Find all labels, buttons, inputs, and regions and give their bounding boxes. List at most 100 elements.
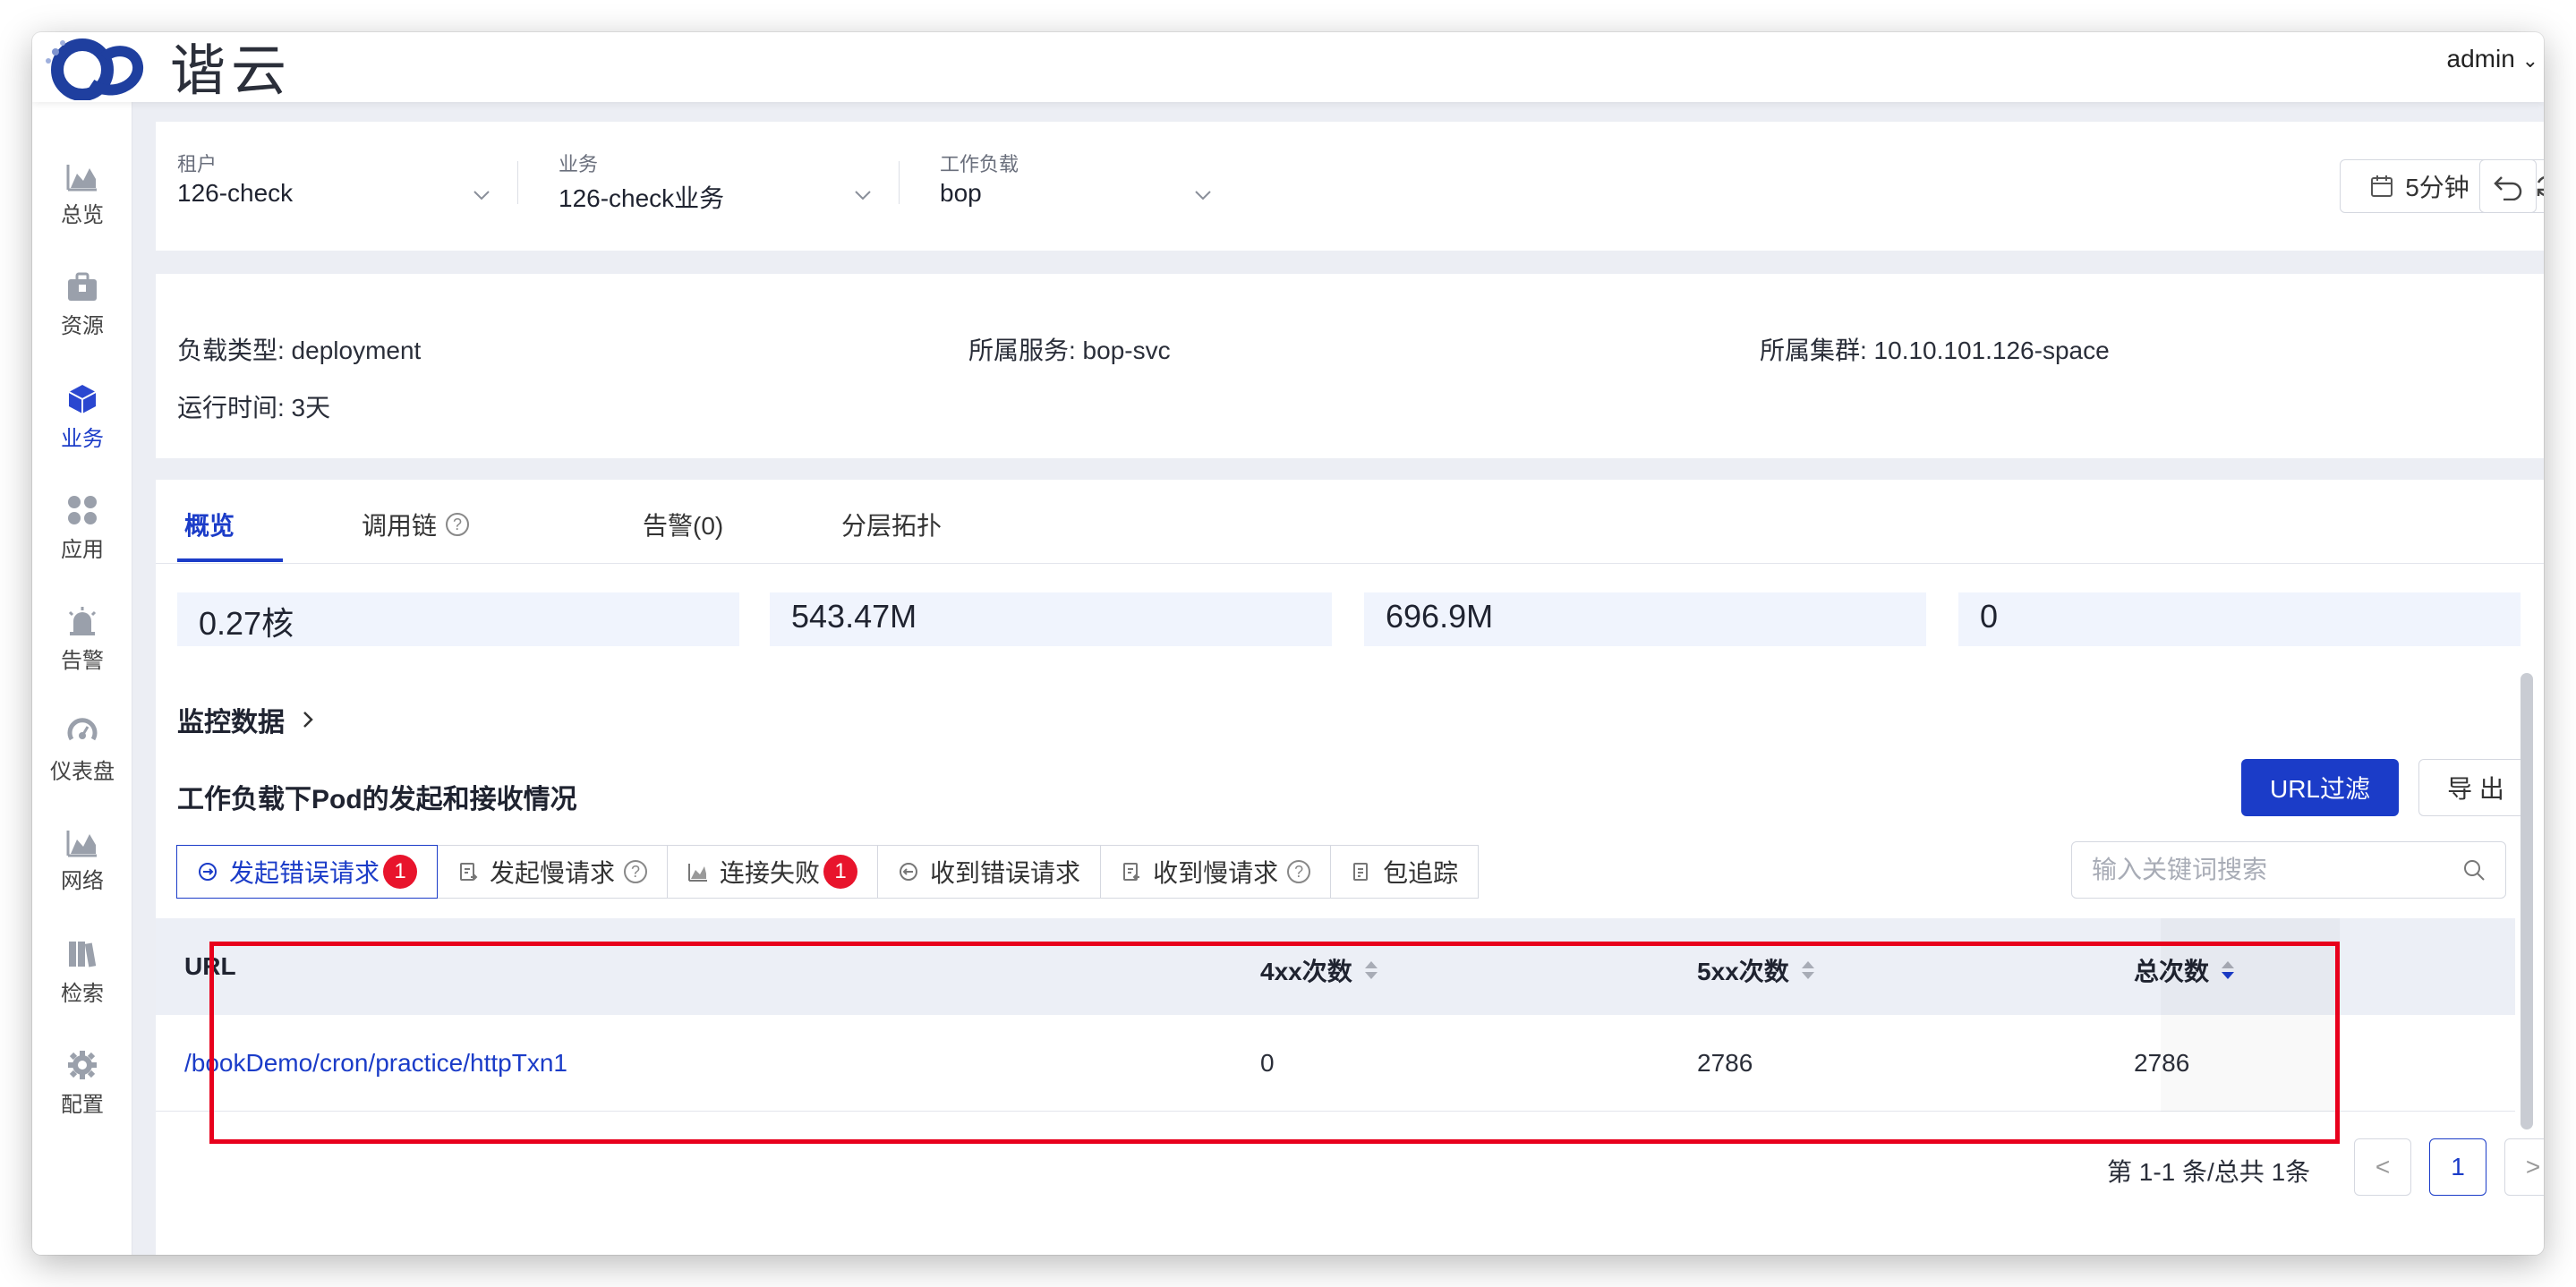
chevron-down-icon [473, 191, 490, 200]
sidebar: 总览 资源 业务 应用 告警 仪表盘 网络 检索 配置 [32, 102, 132, 1255]
segment-outgoing-errors[interactable]: 发起错误请求 1 [176, 845, 439, 899]
sidebar-item-search[interactable]: 检索 [32, 938, 132, 1007]
segment-label: 连接失败 [720, 859, 821, 887]
active-tab-indicator [177, 558, 283, 562]
workload-type: 负载类型: deployment [177, 337, 422, 364]
monitor-data-title: 监控数据 [177, 708, 285, 737]
sidebar-item-label: 网络 [61, 869, 104, 893]
sidebar-item-label: 检索 [61, 982, 104, 1006]
app-window: 谐云 admin ⌄ 总览 资源 业务 应用 告警 仪表盘 网络 检索 配置 租… [32, 32, 2544, 1255]
business-value: 126-check业务 [559, 184, 725, 212]
top-bar: 谐云 admin ⌄ [32, 32, 2544, 102]
segment-outgoing-slow[interactable]: 发起慢请求 ? [437, 845, 669, 899]
gauge-icon [67, 718, 98, 741]
metric-value: 696.9M [1386, 598, 1494, 635]
sidebar-item-label: 资源 [61, 314, 104, 338]
metric-card-restarts: 0 [1958, 592, 2521, 646]
logo-text: 谐云 [170, 40, 293, 102]
sidebar-item-business[interactable]: 业务 [32, 383, 132, 452]
logo-mark-icon [41, 32, 156, 101]
chevron-down-icon [1195, 191, 1211, 200]
back-button[interactable] [2479, 159, 2537, 213]
sidebar-item-label: 总览 [61, 203, 104, 227]
help-icon[interactable]: ? [624, 860, 648, 883]
slow-request-icon [460, 863, 478, 881]
search-icon[interactable] [2462, 858, 2486, 882]
tab-overview[interactable]: 概览 [184, 507, 235, 542]
search-field[interactable] [2071, 841, 2506, 899]
error-request-icon [900, 863, 918, 881]
chevron-right-icon [303, 712, 313, 728]
segment-label: 发起错误请求 [229, 859, 380, 887]
owning-cluster: 所属集群: 10.10.101.126-space [1760, 337, 2110, 364]
count-badge: 1 [383, 855, 418, 889]
monitor-data-link[interactable]: 监控数据 [177, 700, 317, 739]
uptime: 运行时间: 3天 [177, 394, 331, 422]
workload-select[interactable]: bop [940, 175, 1253, 215]
tab-label: 分层拓扑 [841, 512, 943, 540]
search-input[interactable] [2092, 856, 2462, 884]
page-button-1[interactable]: 1 [2429, 1138, 2486, 1196]
tab-label: 调用链 [362, 512, 438, 540]
area-chart-icon [66, 831, 97, 857]
sidebar-item-apps[interactable]: 应用 [32, 494, 132, 563]
sidebar-item-settings[interactable]: 配置 [32, 1049, 132, 1118]
bar-chart-icon [688, 864, 708, 882]
tenant-label: 租户 [177, 153, 218, 175]
help-icon[interactable]: ? [1287, 860, 1311, 883]
metric-card-memory: 543.47M [770, 592, 1332, 646]
apps-grid-icon [68, 496, 97, 524]
slow-request-icon [1123, 863, 1140, 881]
area-chart-icon [66, 165, 97, 192]
gear-icon [68, 1051, 97, 1079]
divider [899, 161, 900, 204]
count-badge: 1 [823, 855, 858, 889]
scrollbar[interactable] [2521, 673, 2533, 1129]
business-select[interactable]: 126-check业务 [559, 175, 872, 215]
metric-card-cpu: 0.27核 [177, 592, 739, 646]
help-icon[interactable]: ? [446, 513, 470, 536]
time-range-button[interactable]: 5分钟 [2340, 159, 2499, 213]
undo-icon [2494, 176, 2522, 200]
owning-service: 所属服务: bop-svc [968, 337, 1171, 364]
sidebar-item-overview[interactable]: 总览 [32, 161, 132, 228]
time-range-label: 5分钟 [2405, 174, 2469, 201]
books-icon [69, 942, 97, 967]
prev-page-button[interactable]: < [2354, 1138, 2411, 1196]
filter-bar: 租户 126-check 业务 126-check业务 工作负载 bop 5分钟 [156, 122, 2544, 251]
logo[interactable]: 谐云 [41, 32, 292, 106]
user-name: admin [2446, 45, 2515, 72]
segment-incoming-slow[interactable]: 收到慢请求 ? [1100, 845, 1332, 899]
tab-call-chain[interactable]: 调用链 ? [362, 507, 470, 542]
metric-card-memory-limit: 696.9M [1364, 592, 1926, 646]
workload-info-panel: 负载类型: deployment 所属服务: bop-svc 所属集群: 10.… [156, 274, 2544, 458]
sidebar-item-label: 应用 [61, 538, 104, 562]
tab-topology[interactable]: 分层拓扑 [841, 507, 942, 542]
segment-label: 发起慢请求 [490, 859, 616, 887]
sidebar-item-network[interactable]: 网络 [32, 827, 132, 894]
business-label: 业务 [559, 153, 599, 175]
sidebar-item-label: 仪表盘 [50, 760, 115, 784]
calendar-icon [2371, 175, 2393, 197]
sidebar-item-label: 配置 [61, 1093, 104, 1117]
tenant-select[interactable]: 126-check [177, 175, 490, 215]
divider [517, 161, 518, 204]
segment-packet-trace[interactable]: 包追踪 [1330, 845, 1480, 899]
segment-connection-failures[interactable]: 连接失败 1 [667, 845, 879, 899]
pagination-summary: 第 1-1 条/总共 1条 [2107, 1158, 2311, 1186]
user-menu[interactable]: admin ⌄ [2447, 45, 2538, 73]
sidebar-item-resources[interactable]: 资源 [32, 272, 132, 339]
segment-label: 收到错误请求 [930, 859, 1081, 887]
sidebar-item-dashboard[interactable]: 仪表盘 [32, 716, 132, 785]
next-page-button[interactable]: > [2504, 1138, 2544, 1196]
sidebar-item-alerts[interactable]: 告警 [32, 605, 132, 674]
url-filter-button[interactable]: URL过滤 [2241, 759, 2399, 816]
siren-icon [68, 607, 97, 635]
chevron-down-icon [855, 191, 871, 200]
tab-label: 告警(0) [643, 512, 724, 540]
export-button[interactable]: 导 出 [2418, 759, 2533, 816]
request-type-segmented: 发起错误请求 1 发起慢请求 ? 连接失败 1 收到错误请求 收到慢请求 ? 包… [176, 845, 1480, 899]
segment-incoming-errors[interactable]: 收到错误请求 [877, 845, 1102, 899]
segment-label: 收到慢请求 [1153, 859, 1279, 887]
tab-alerts[interactable]: 告警(0) [643, 507, 723, 542]
